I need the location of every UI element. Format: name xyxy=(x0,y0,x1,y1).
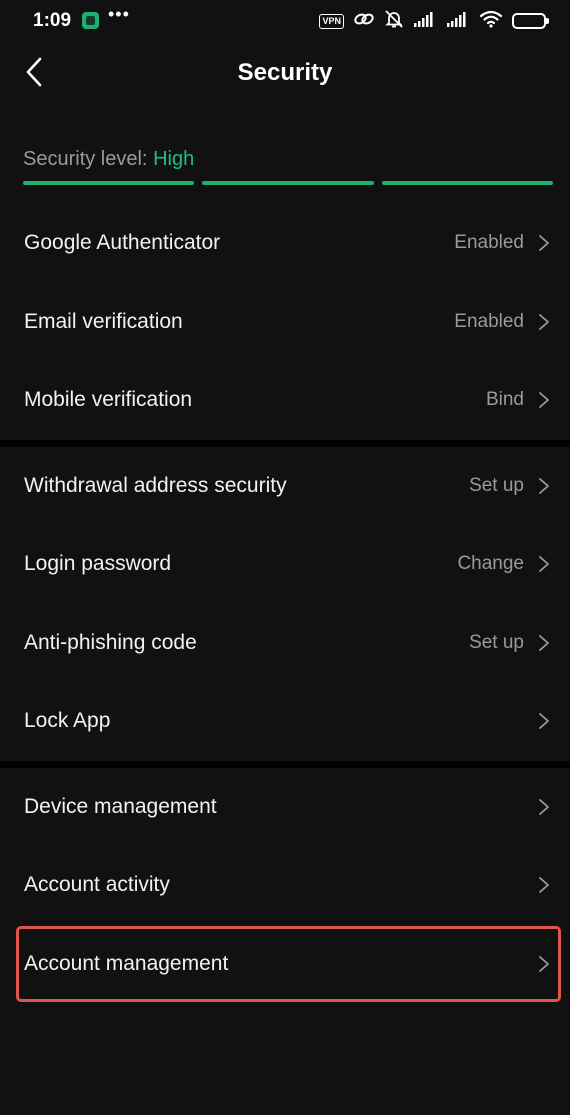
chevron-right-icon xyxy=(538,798,550,816)
security-level-meter xyxy=(23,181,553,185)
row-label: Account management xyxy=(24,951,229,975)
signal-icon xyxy=(446,10,470,33)
row-label: Email verification xyxy=(24,309,183,333)
security-level-bar xyxy=(381,181,553,185)
bell-off-icon xyxy=(384,9,404,34)
security-level-label: Security level: xyxy=(23,148,148,170)
row-email-verification[interactable]: Email verification Enabled xyxy=(0,283,570,362)
row-google-authenticator[interactable]: Google Authenticator Enabled xyxy=(0,204,570,283)
top-app-bar: Security xyxy=(0,44,570,106)
chevron-right-icon xyxy=(538,876,550,894)
security-level: Security level: High xyxy=(23,148,194,171)
section-divider xyxy=(0,760,570,768)
row-anti-phishing-code[interactable]: Anti-phishing code Set up xyxy=(0,604,570,683)
row-label: Anti-phishing code xyxy=(24,630,197,654)
row-label: Device management xyxy=(24,794,217,818)
security-settings-list: Google Authenticator Enabled Email verif… xyxy=(0,204,570,1003)
row-status: Set up xyxy=(469,474,524,496)
wifi-icon xyxy=(479,10,503,33)
row-status: Enabled xyxy=(454,310,524,332)
chevron-right-icon xyxy=(538,313,550,331)
row-label: Withdrawal address security xyxy=(24,473,287,497)
signal-icon xyxy=(413,10,437,33)
status-bar: 1:09 ••• VPN xyxy=(0,0,570,44)
link-icon xyxy=(353,10,375,33)
row-account-activity[interactable]: Account activity xyxy=(0,846,570,925)
row-status: Enabled xyxy=(454,232,524,254)
vpn-icon: VPN xyxy=(319,13,344,29)
security-level-bar xyxy=(23,181,195,185)
chevron-right-icon xyxy=(538,234,550,252)
row-label: Account activity xyxy=(24,873,170,897)
chevron-right-icon xyxy=(538,955,550,973)
row-login-password[interactable]: Login password Change xyxy=(0,525,570,604)
row-status: Change xyxy=(457,553,524,575)
status-time: 1:09 xyxy=(33,10,72,31)
chevron-right-icon xyxy=(538,391,550,409)
chevron-right-icon xyxy=(538,555,550,573)
row-label: Lock App xyxy=(24,709,111,733)
row-withdrawal-address-security[interactable]: Withdrawal address security Set up xyxy=(0,447,570,526)
section-divider xyxy=(0,439,570,447)
row-account-management[interactable]: Account management xyxy=(15,925,562,1004)
row-status: Set up xyxy=(469,631,524,653)
chevron-right-icon xyxy=(538,634,550,652)
battery-icon xyxy=(512,13,549,29)
more-notifications-indicator: ••• xyxy=(108,4,130,24)
row-status: Bind xyxy=(485,389,524,411)
row-device-management[interactable]: Device management xyxy=(0,768,570,847)
chevron-right-icon xyxy=(538,477,550,495)
app-notification-icon xyxy=(82,12,99,29)
row-lock-app[interactable]: Lock App xyxy=(0,682,570,761)
row-label: Login password xyxy=(24,552,172,576)
chevron-right-icon xyxy=(538,712,550,730)
row-mobile-verification[interactable]: Mobile verification Bind xyxy=(0,361,570,440)
security-level-value: High xyxy=(153,148,195,170)
row-label: Mobile verification xyxy=(24,388,193,412)
security-level-bar xyxy=(202,181,374,185)
page-title: Security xyxy=(237,59,333,86)
status-icons: VPN xyxy=(319,9,549,34)
row-label: Google Authenticator xyxy=(24,231,221,255)
